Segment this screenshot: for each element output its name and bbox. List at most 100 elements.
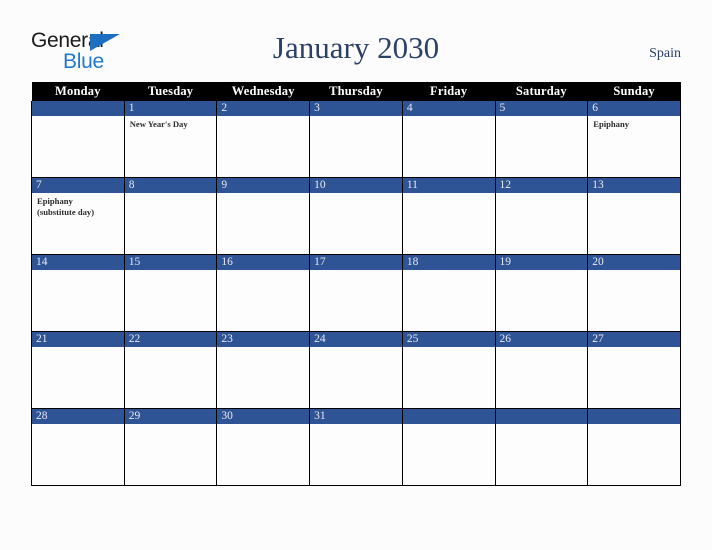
calendar-day-cell[interactable]: 2 [216,101,311,178]
calendar-day-cell[interactable]: 5 [494,101,589,178]
calendar-day-events [403,270,495,330]
calendar-day-number: 22 [124,332,217,347]
calendar-day-cell[interactable]: 1 New Year's Day [123,101,218,178]
calendar-day-cell[interactable] [587,408,681,486]
calendar-day-events [310,347,402,407]
calendar-day-events [588,193,680,253]
calendar-day-cell[interactable]: 7 Epiphany (substitute day) [31,177,125,255]
calendar-day-number [495,409,588,424]
calendar-day-events [403,424,495,484]
calendar-day-cell[interactable]: 14 [31,254,125,332]
calendar-day-events [588,347,680,407]
weekday-header-row: Monday Tuesday Wednesday Thursday Friday… [31,82,681,101]
calendar-day-cell[interactable]: 6 Epiphany [587,101,681,178]
calendar-day-number: 13 [588,178,680,193]
calendar-week-row: 1 New Year's Day 2 3 4 5 6 Epiphany [31,101,681,178]
calendar-day-cell[interactable]: 13 [587,177,681,255]
calendar-day-number: 5 [495,101,588,116]
calendar-day-cell[interactable]: 8 [123,177,218,255]
calendar-day-cell[interactable]: 4 [401,101,496,178]
calendar-day-events [496,270,588,330]
calendar-week-row: 28 29 30 31 [31,408,681,486]
country-label: Spain [649,46,681,61]
calendar-event-label: Epiphany [593,119,630,129]
calendar-day-cell[interactable] [401,408,496,486]
calendar-day-events [217,270,309,330]
calendar-day-events [32,347,124,407]
weekday-header-friday: Friday [402,82,496,101]
calendar-day-number: 2 [217,101,310,116]
calendar-day-number: 10 [310,178,402,193]
calendar-day-cell[interactable]: 3 [309,101,403,178]
calendar-week-row: 7 Epiphany (substitute day) 8 9 10 11 12 13 [31,177,681,255]
calendar-day-number: 19 [495,255,588,270]
calendar-day-cell[interactable]: 24 [309,331,403,409]
calendar-day-events [588,270,680,330]
calendar-day-cell[interactable]: 18 [401,254,496,332]
calendar-day-events [403,116,495,176]
weekday-header-thursday: Thursday [309,82,403,101]
calendar-day-number: 1 [124,101,217,116]
calendar-day-cell[interactable] [31,101,125,178]
calendar-day-number: 16 [217,255,310,270]
calendar-day-cell[interactable]: 15 [123,254,218,332]
calendar-day-cell[interactable]: 9 [216,177,311,255]
calendar-day-events [32,116,124,176]
calendar-day-events: Epiphany [588,116,680,176]
calendar-day-events [588,424,680,484]
calendar-day-cell[interactable]: 19 [494,254,589,332]
calendar-day-cell[interactable]: 30 [216,408,311,486]
calendar-day-events [217,116,309,176]
weekday-header-monday: Monday [31,82,125,101]
calendar-day-number [588,409,680,424]
calendar-day-cell[interactable]: 20 [587,254,681,332]
calendar-day-events [32,270,124,330]
calendar-week-row: 14 15 16 17 18 19 20 [31,254,681,332]
calendar-day-cell[interactable]: 27 [587,331,681,409]
calendar-day-number: 20 [588,255,680,270]
calendar-day-cell[interactable]: 17 [309,254,403,332]
calendar-event-label: Epiphany (substitute day) [37,196,95,217]
calendar-day-cell[interactable]: 21 [31,331,125,409]
calendar-day-number: 15 [124,255,217,270]
calendar-day-number: 8 [124,178,217,193]
calendar-day-cell[interactable]: 12 [494,177,589,255]
calendar-day-cell[interactable]: 23 [216,331,311,409]
calendar-day-number: 29 [124,409,217,424]
calendar-day-cell[interactable]: 28 [31,408,125,486]
calendar-day-number [32,101,124,116]
calendar-day-cell[interactable]: 16 [216,254,311,332]
calendar-day-cell[interactable] [494,408,589,486]
calendar-day-number [402,409,495,424]
calendar-day-cell[interactable]: 29 [123,408,218,486]
calendar-day-cell[interactable]: 10 [309,177,403,255]
calendar-day-events [217,193,309,253]
calendar-day-cell[interactable]: 22 [123,331,218,409]
calendar-day-events [403,193,495,253]
calendar-day-events [310,424,402,484]
calendar-day-cell[interactable]: 25 [401,331,496,409]
calendar-day-events: New Year's Day [125,116,217,176]
calendar-day-cell[interactable]: 31 [309,408,403,486]
calendar-day-number: 4 [402,101,495,116]
calendar-day-cell[interactable]: 26 [494,331,589,409]
calendar-day-cell[interactable]: 11 [401,177,496,255]
calendar-day-number: 7 [32,178,124,193]
calendar-day-number: 9 [217,178,310,193]
calendar-day-events: Epiphany (substitute day) [32,193,124,253]
calendar-day-events [32,424,124,484]
calendar-day-events [125,347,217,407]
calendar-day-number: 17 [310,255,402,270]
calendar-day-number: 28 [32,409,124,424]
calendar-day-events [403,347,495,407]
page-header: General Blue January 2030 Spain [0,0,712,82]
calendar-day-number: 21 [32,332,124,347]
calendar-day-number: 18 [402,255,495,270]
calendar-day-number: 14 [32,255,124,270]
calendar-day-events [310,270,402,330]
calendar-day-events [496,116,588,176]
calendar-day-events [125,270,217,330]
calendar-day-number: 31 [310,409,402,424]
calendar-day-events [310,193,402,253]
calendar-day-number: 26 [495,332,588,347]
